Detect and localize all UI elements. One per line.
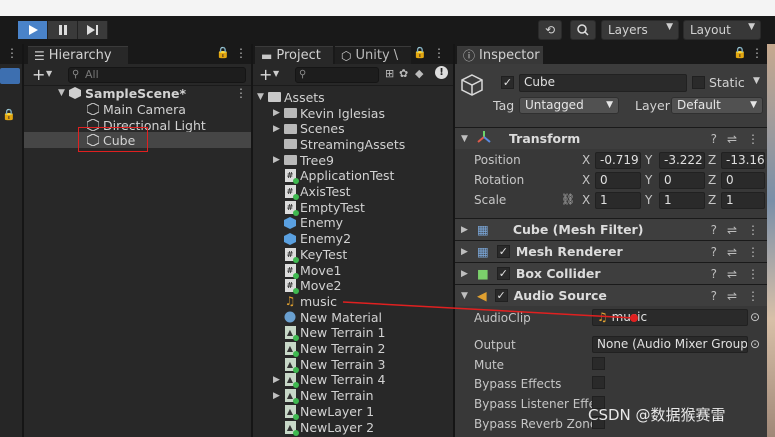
watermark-text: CSDN @数据猴赛雷	[588, 406, 726, 424]
drag-annotation-arrow	[342, 301, 638, 322]
